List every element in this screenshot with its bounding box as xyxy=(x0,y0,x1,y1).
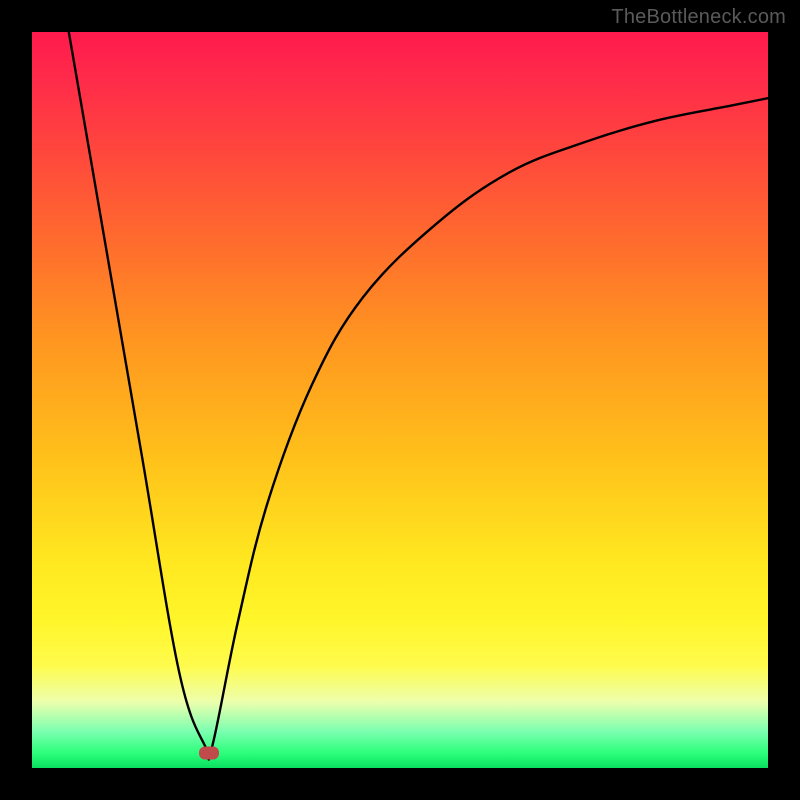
curve-line xyxy=(69,32,768,760)
minimum-marker xyxy=(199,747,219,760)
watermark-text: TheBottleneck.com xyxy=(611,6,786,29)
curve-svg xyxy=(32,32,768,768)
plot-area xyxy=(32,32,768,768)
chart-frame: TheBottleneck.com xyxy=(0,0,800,800)
